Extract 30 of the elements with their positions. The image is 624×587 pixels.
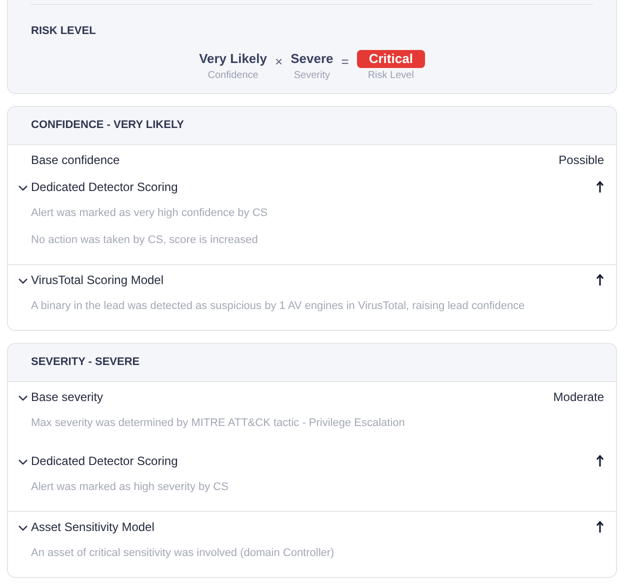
term-caption: Risk Level <box>368 69 414 82</box>
item-detail: No action was taken by CS, score is increased <box>31 233 258 248</box>
item-detail: An asset of critical sensitivity was involved (domain Controller) <box>31 546 334 562</box>
item-label: VirusTotal Scoring Model <box>31 272 164 288</box>
operator-symbol: = <box>341 53 349 71</box>
item-label: Base confidence <box>31 152 120 168</box>
item-label: Dedicated Detector Scoring <box>31 178 178 196</box>
term-value: Severe <box>290 50 334 68</box>
item-detail: Max severity was determined by MITRE ATT&CK tactic - Privilege Escalation <box>31 416 405 432</box>
term-value: Very Likely <box>199 50 268 68</box>
chevron-down-icon[interactable] <box>18 459 28 465</box>
term-caption: Confidence <box>208 69 258 82</box>
chevron-down-icon[interactable] <box>18 185 28 191</box>
item-label: Asset Sensitivity Model <box>31 518 154 536</box>
item-label: Base severity <box>31 388 104 406</box>
operator-symbol: × <box>275 53 283 71</box>
term-caption: Severity <box>294 69 330 82</box>
item-label: Dedicated Detector Scoring <box>31 452 178 470</box>
risk-badge: Critical <box>356 50 425 68</box>
section-title: SEVERITY - SEVERE <box>31 355 140 370</box>
item-detail: Alert was marked as very high confidence by CS <box>31 206 268 222</box>
item-value: Possible <box>558 152 604 168</box>
chevron-down-icon[interactable] <box>18 395 28 401</box>
card-title: RISK LEVEL <box>31 24 97 38</box>
chevron-down-icon[interactable] <box>18 278 28 284</box>
item-detail: Alert was marked as high severity by CS <box>31 480 228 496</box>
chevron-down-icon[interactable] <box>18 525 28 531</box>
section-title: CONFIDENCE - VERY LIKELY <box>31 118 184 134</box>
item-value: Moderate <box>553 388 604 406</box>
item-detail: A binary in the lead was detected as suspicious by 1 AV engines in VirusTotal, raising lead confidence <box>31 299 525 314</box>
